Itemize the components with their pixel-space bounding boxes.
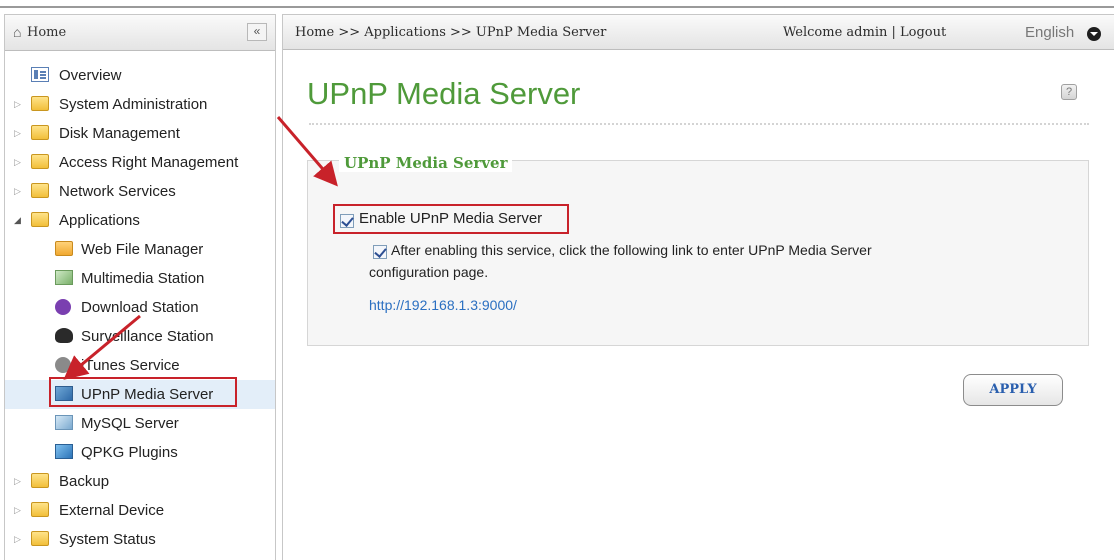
- sidebar-item-disk-management[interactable]: ▷ Disk Management: [5, 119, 275, 148]
- sidebar-item-label: System Administration: [59, 96, 208, 113]
- highlight-box-sidebar: [49, 377, 237, 407]
- expand-arrow-icon[interactable]: ▷: [14, 177, 21, 206]
- sidebar-item-system-status[interactable]: ▷ System Status: [5, 525, 275, 554]
- sidebar-item-download-station[interactable]: Download Station: [5, 293, 275, 322]
- sidebar-item-label: Backup: [59, 473, 110, 490]
- sidebar-item-itunes-service[interactable]: iTunes Service: [5, 351, 275, 380]
- sidebar-item-label: Access Right Management: [59, 154, 239, 171]
- folder-icon: [31, 531, 49, 546]
- configuration-link[interactable]: http://192.168.1.3:9000/: [369, 297, 517, 313]
- sidebar-item-multimedia-station[interactable]: Multimedia Station: [5, 264, 275, 293]
- header-bar: Home >> Applications >> UPnP Media Serve…: [283, 14, 1114, 50]
- expand-arrow-icon[interactable]: ▷: [14, 90, 21, 119]
- sidebar-item-label: Applications: [59, 212, 140, 229]
- sidebar-item-label: System Status: [59, 531, 156, 548]
- apple-icon: [55, 357, 71, 373]
- after-enabling-checkbox[interactable]: [373, 245, 387, 259]
- sidebar-item-label: iTunes Service: [81, 357, 180, 374]
- sidebar-item-mysql-server[interactable]: MySQL Server: [5, 409, 275, 438]
- page-title: UPnP Media Server: [307, 76, 581, 111]
- after-enabling-text-line2: configuration page.: [369, 264, 489, 280]
- expand-arrow-icon[interactable]: ▷: [14, 525, 21, 554]
- collapse-arrow-icon[interactable]: ◢: [14, 206, 21, 235]
- window-top-border: [0, 0, 1114, 8]
- sidebar-home-link[interactable]: Home: [27, 25, 66, 40]
- navigation-tree: Overview ▷ System Administration ▷ Disk …: [5, 61, 275, 554]
- home-icon: ⌂: [13, 24, 22, 40]
- sidebar-item-system-administration[interactable]: ▷ System Administration: [5, 90, 275, 119]
- sidebar-item-label: Web File Manager: [81, 241, 204, 258]
- language-select[interactable]: English: [1025, 24, 1074, 41]
- expand-arrow-icon[interactable]: ▷: [14, 119, 21, 148]
- apply-button[interactable]: APPLY: [963, 374, 1063, 406]
- main-panel: Home >> Applications >> UPnP Media Serve…: [282, 14, 1114, 560]
- folder-icon: [31, 96, 49, 111]
- open-folder-icon: [31, 212, 49, 227]
- sidebar-item-label: Multimedia Station: [81, 270, 205, 287]
- sidebar-item-access-right-management[interactable]: ▷ Access Right Management: [5, 148, 275, 177]
- title-divider: [309, 123, 1089, 125]
- multimedia-station-icon: [55, 270, 73, 285]
- sidebar-item-network-services[interactable]: ▷ Network Services: [5, 177, 275, 206]
- sidebar-item-external-device[interactable]: ▷ External Device: [5, 496, 275, 525]
- sidebar-item-label: Network Services: [59, 183, 176, 200]
- after-enabling-text: After enabling this service, click the f…: [391, 242, 872, 258]
- sidebar-item-overview[interactable]: Overview: [5, 61, 275, 90]
- breadcrumb: Home >> Applications >> UPnP Media Serve…: [295, 25, 607, 40]
- sidebar-item-qpkg-plugins[interactable]: QPKG Plugins: [5, 438, 275, 467]
- folder-icon: [31, 502, 49, 517]
- sidebar-item-label: MySQL Server: [81, 415, 179, 432]
- help-icon[interactable]: ?: [1061, 84, 1077, 100]
- sidebar-item-web-file-manager[interactable]: Web File Manager: [5, 235, 275, 264]
- surveillance-camera-icon: [55, 328, 73, 343]
- welcome-logout-link[interactable]: Welcome admin | Logout: [783, 25, 946, 40]
- language-dropdown-icon[interactable]: [1087, 27, 1101, 41]
- sidebar-item-surveillance-station[interactable]: Surveillance Station: [5, 322, 275, 351]
- section-legend: UPnP Media Server: [339, 154, 513, 172]
- sidebar-item-applications[interactable]: ◢ Applications: [5, 206, 275, 235]
- highlight-box-main: [333, 204, 569, 234]
- sidebar-item-label: Download Station: [81, 299, 199, 316]
- sidebar-item-label: External Device: [59, 502, 165, 519]
- folder-icon: [31, 473, 49, 488]
- qpkg-plugins-icon: [55, 444, 73, 459]
- web-file-manager-icon: [55, 241, 73, 256]
- download-station-icon: [55, 299, 71, 315]
- expand-arrow-icon[interactable]: ▷: [14, 148, 21, 177]
- sidebar-item-backup[interactable]: ▷ Backup: [5, 467, 275, 496]
- overview-icon: [31, 67, 49, 82]
- sidebar-header: ⌂ Home «: [5, 15, 275, 51]
- sidebar-item-label: Disk Management: [59, 125, 180, 142]
- expand-arrow-icon[interactable]: ▷: [14, 467, 21, 496]
- sidebar-item-label: Surveillance Station: [81, 328, 214, 345]
- folder-icon: [31, 154, 49, 169]
- collapse-sidebar-button[interactable]: «: [247, 23, 267, 41]
- sidebar-item-label: QPKG Plugins: [81, 444, 178, 461]
- mysql-server-icon: [55, 415, 73, 430]
- expand-arrow-icon[interactable]: ▷: [14, 496, 21, 525]
- sidebar-item-label: Overview: [59, 67, 122, 84]
- sidebar: ⌂ Home « Overview ▷ System Administratio…: [4, 14, 276, 560]
- folder-icon: [31, 183, 49, 198]
- folder-icon: [31, 125, 49, 140]
